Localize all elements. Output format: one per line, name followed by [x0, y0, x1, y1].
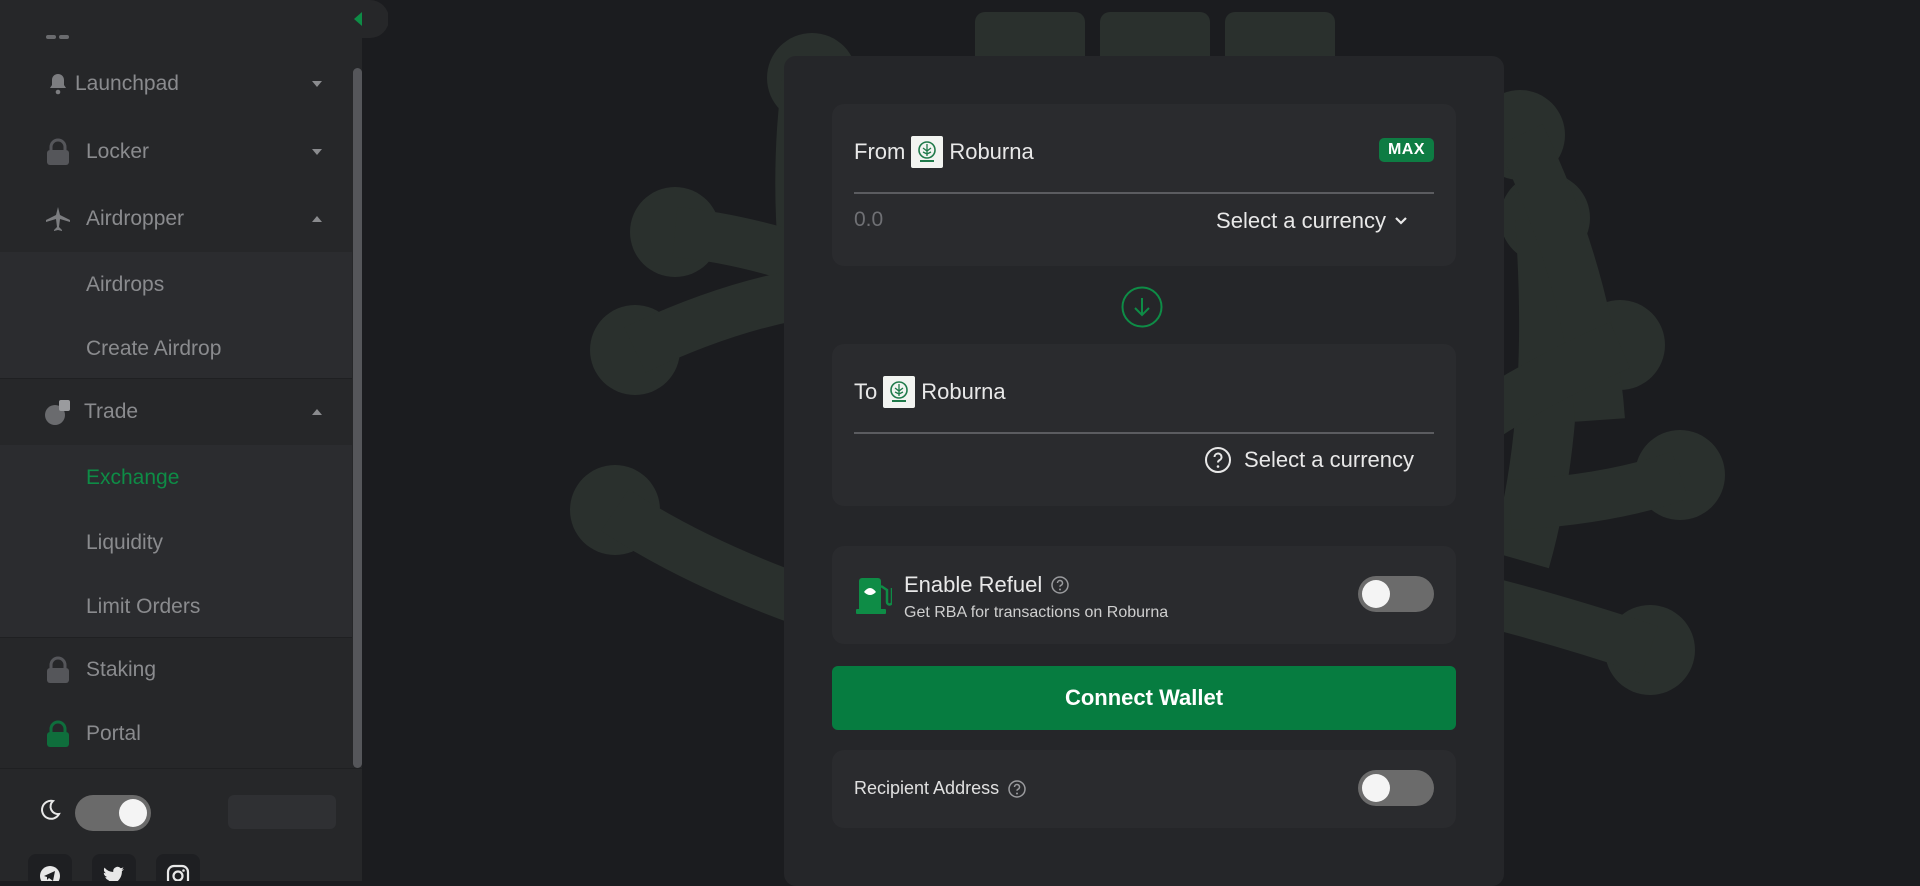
from-label: From — [854, 139, 906, 164]
sidebar-logo-fragment — [46, 26, 72, 39]
telegram-icon — [40, 866, 60, 881]
roburna-logo-icon — [883, 376, 916, 408]
connect-wallet-button[interactable]: Connect Wallet — [832, 666, 1456, 730]
help-icon[interactable] — [1050, 575, 1070, 595]
to-token-name: Roburna — [921, 379, 1006, 404]
to-currency-select[interactable]: Select a currency — [1204, 446, 1414, 474]
currency-select-label: Select a currency — [1244, 447, 1414, 472]
sidebar: Launchpad Locker Airdropper Airdrops Cre… — [0, 0, 362, 881]
sidebar-item-label: Airdropper — [86, 207, 185, 230]
divider — [0, 637, 352, 638]
from-currency-select[interactable]: Select a currency — [1216, 208, 1408, 234]
lock-icon — [44, 720, 72, 748]
question-circle-icon — [1205, 447, 1232, 473]
currency-select-label: Select a currency — [1216, 208, 1386, 233]
sidebar-item-staking[interactable]: Staking — [0, 652, 352, 688]
airdropper-submenu: Airdrops Create Airdrop — [0, 252, 352, 378]
refuel-toggle[interactable] — [1358, 576, 1434, 612]
to-label: To — [854, 379, 878, 404]
chevron-down-icon — [312, 81, 322, 87]
sidebar-item-launchpad[interactable]: Launchpad — [0, 66, 352, 102]
sidebar-item-portal[interactable]: Portal — [0, 716, 352, 752]
roburna-logo-icon — [911, 136, 944, 168]
recipient-panel: Recipient Address — [832, 750, 1456, 828]
refuel-subtitle: Get RBA for transactions on Roburna — [904, 604, 1169, 621]
chevron-down-icon — [1395, 217, 1407, 225]
telegram-link[interactable] — [28, 854, 72, 881]
lock-icon — [44, 656, 72, 684]
chevron-up-icon — [312, 409, 322, 415]
sidebar-item-label: Locker — [86, 140, 150, 163]
arrow-down-icon — [1134, 298, 1150, 317]
instagram-link[interactable] — [156, 854, 200, 881]
instagram-icon — [166, 864, 190, 881]
sidebar-item-airdropper[interactable]: Airdropper — [0, 201, 352, 237]
from-panel: From Roburna MAX Select a currency — [832, 104, 1456, 266]
sidebar-item-trade[interactable]: Trade — [0, 394, 352, 430]
lock-icon — [44, 138, 72, 166]
sidebar-subitem-limit-orders[interactable]: Limit Orders — [86, 595, 200, 619]
max-button[interactable]: MAX — [1378, 138, 1434, 162]
help-icon[interactable] — [1007, 779, 1027, 799]
recipient-address-label: Recipient Address — [854, 778, 1027, 799]
trade-icon — [44, 398, 72, 426]
bell-icon — [44, 70, 72, 98]
theme-toggle[interactable] — [75, 795, 151, 831]
plane-icon — [44, 205, 72, 233]
toggle-knob — [1362, 580, 1390, 608]
toggle-knob — [119, 799, 147, 827]
fuel-pump-icon — [856, 578, 892, 614]
trade-submenu: Exchange Liquidity Limit Orders — [0, 445, 352, 637]
sidebar-item-label: Trade — [84, 400, 139, 423]
exchange-card: From Roburna MAX Select a currency To Ro… — [784, 56, 1504, 886]
refuel-title-text: Enable Refuel — [904, 572, 1043, 597]
divider — [854, 432, 1434, 434]
to-panel: To Roburna Select a currency — [832, 344, 1456, 506]
swap-direction-button[interactable] — [1121, 286, 1163, 328]
chevron-down-icon — [312, 149, 322, 155]
sidebar-subitem-liquidity[interactable]: Liquidity — [86, 531, 163, 555]
recipient-toggle[interactable] — [1358, 770, 1434, 806]
divider — [854, 192, 1434, 194]
sidebar-subitem-create-airdrop[interactable]: Create Airdrop — [86, 337, 221, 361]
sidebar-item-label: Staking — [86, 658, 157, 681]
sidebar-item-label: Portal — [86, 722, 141, 745]
chevron-up-icon — [312, 216, 322, 222]
divider — [0, 378, 352, 379]
to-token-label: To Roburna — [854, 376, 1006, 408]
twitter-link[interactable] — [92, 854, 136, 881]
refuel-title: Enable Refuel — [904, 572, 1070, 598]
amount-input[interactable] — [854, 208, 1134, 232]
from-token-label: From Roburna — [854, 136, 1034, 168]
sidebar-scrollbar-thumb[interactable] — [353, 68, 362, 768]
recipient-label-text: Recipient Address — [854, 778, 1000, 798]
sidebar-subitem-airdrops[interactable]: Airdrops — [86, 273, 164, 297]
from-token-name: Roburna — [949, 139, 1034, 164]
toggle-knob — [1362, 774, 1390, 802]
sidebar-item-locker[interactable]: Locker — [0, 134, 352, 170]
moon-icon — [41, 799, 61, 820]
refuel-panel: Enable Refuel Get RBA for transactions o… — [832, 546, 1456, 644]
twitter-icon — [103, 866, 124, 881]
sidebar-collapse-button[interactable] — [340, 0, 388, 38]
sidebar-footer-placeholder — [228, 795, 336, 829]
sidebar-item-label: Launchpad — [75, 72, 179, 95]
sidebar-subitem-exchange[interactable]: Exchange — [86, 466, 179, 490]
